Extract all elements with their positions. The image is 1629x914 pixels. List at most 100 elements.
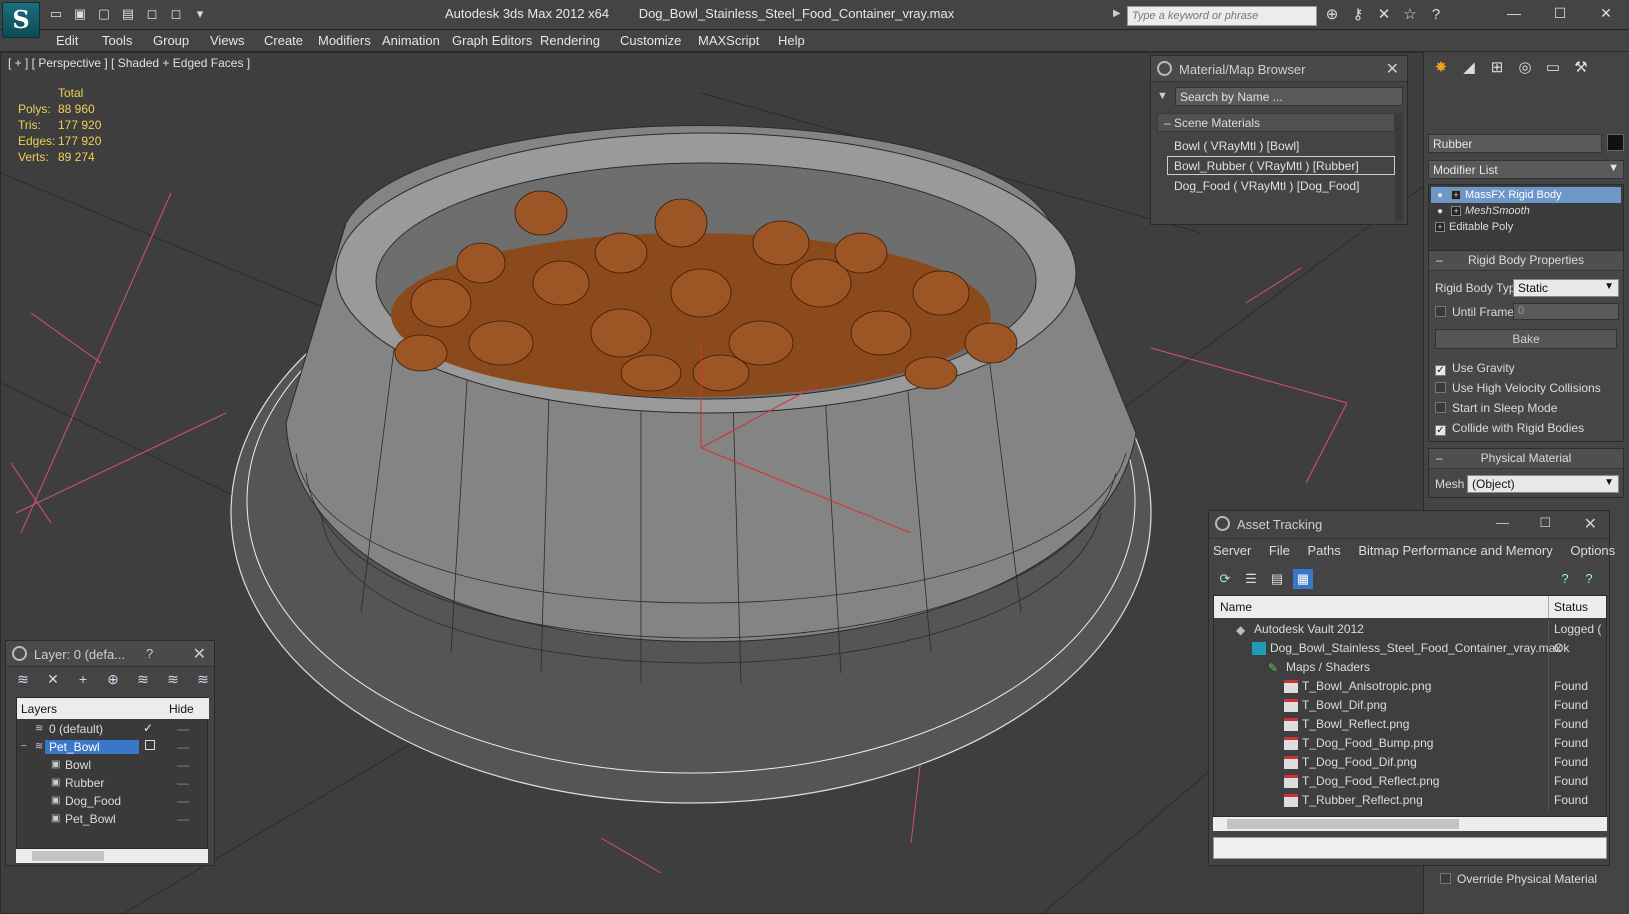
vault-help-icon[interactable]: ? bbox=[1579, 569, 1599, 589]
column-hide[interactable]: Hide bbox=[169, 702, 194, 716]
mesh-select[interactable]: (Object) ▼ bbox=[1467, 475, 1619, 493]
utilities-tab-icon[interactable]: ⚒ bbox=[1570, 58, 1592, 78]
table-row[interactable]: ◆ Autodesk Vault 2012 Logged ( bbox=[1214, 620, 1606, 639]
help-icon[interactable]: ? bbox=[1426, 6, 1446, 24]
binoculars-icon[interactable]: ⊕ bbox=[1322, 6, 1342, 24]
freeze-all-icon[interactable]: ≋ bbox=[194, 671, 212, 688]
stack-item-editable-poly[interactable]: + Editable Poly bbox=[1431, 219, 1621, 235]
create-tab-icon[interactable]: ✸ bbox=[1430, 58, 1452, 78]
rollout-header[interactable]: – Physical Material bbox=[1429, 449, 1623, 469]
scrollbar-thumb[interactable] bbox=[1227, 819, 1459, 829]
menu-edit[interactable]: Edit bbox=[56, 33, 78, 48]
delete-layer-icon[interactable]: ✕ bbox=[44, 671, 62, 688]
search-input[interactable]: Type a keyword or phrase bbox=[1127, 6, 1317, 26]
new-scene-icon[interactable]: ▢ bbox=[94, 5, 114, 23]
key-icon[interactable]: ⚷ bbox=[1348, 6, 1368, 24]
material-item-bowl[interactable]: Bowl ( VRayMtl ) [Bowl] bbox=[1167, 136, 1395, 155]
rollout-header[interactable]: – Rigid Body Properties bbox=[1429, 251, 1623, 271]
menu-create[interactable]: Create bbox=[264, 33, 303, 48]
refresh-icon[interactable]: ⟳ bbox=[1215, 569, 1235, 589]
app-logo-icon[interactable]: S bbox=[2, 2, 40, 38]
asset-table-scrollbar[interactable] bbox=[1213, 817, 1607, 831]
motion-tab-icon[interactable]: ◎ bbox=[1514, 58, 1536, 78]
layer-object-dog-food[interactable]: ▣ Dog_Food — bbox=[17, 792, 209, 810]
rigid-body-type-select[interactable]: Static ▼ bbox=[1513, 279, 1619, 297]
menu-customize[interactable]: Customize bbox=[620, 33, 681, 48]
use-gravity-option[interactable]: ✓ Use Gravity bbox=[1435, 361, 1515, 376]
layer-row-pet-bowl[interactable]: − ≋ Pet_Bowl — bbox=[17, 738, 209, 756]
material-item-bowl-rubber[interactable]: Bowl_Rubber ( VRayMtl ) [Rubber] bbox=[1167, 156, 1395, 175]
table-row[interactable]: T_Dog_Food_Reflect.png Found bbox=[1214, 772, 1606, 791]
open-file-icon[interactable]: ▭ bbox=[46, 5, 66, 23]
layer-object-pet-bowl[interactable]: ▣ Pet_Bowl — bbox=[17, 810, 209, 828]
menu-animation[interactable]: Animation bbox=[382, 33, 440, 48]
layer-list-scrollbar[interactable] bbox=[16, 849, 208, 863]
modifier-list-dropdown[interactable]: Modifier List ▼ bbox=[1428, 160, 1624, 179]
table-view-icon[interactable]: ▤ bbox=[1267, 569, 1287, 589]
modify-tab-icon[interactable]: ◢ bbox=[1458, 58, 1480, 78]
hold-icon[interactable]: ▤ bbox=[118, 5, 138, 23]
stack-item-massfx[interactable]: ● + MassFX Rigid Body bbox=[1431, 187, 1621, 203]
redo-icon[interactable]: ◻ bbox=[166, 5, 186, 23]
menu-server[interactable]: Server bbox=[1213, 543, 1251, 558]
material-list-scrollbar[interactable] bbox=[1395, 113, 1403, 221]
search-options-icon[interactable]: ▼ bbox=[1157, 90, 1168, 102]
high-velocity-option[interactable]: Use High Velocity Collisions bbox=[1435, 381, 1601, 395]
hide-all-icon[interactable]: ≋ bbox=[164, 671, 182, 688]
asset-status-field[interactable] bbox=[1213, 837, 1607, 859]
minimize-button[interactable]: — bbox=[1491, 0, 1537, 28]
undo-icon[interactable]: ◻ bbox=[142, 5, 162, 23]
table-row[interactable]: T_Dog_Food_Dif.png Found bbox=[1214, 753, 1606, 772]
create-layer-icon[interactable]: ≋ bbox=[14, 671, 32, 688]
select-objects-icon[interactable]: ⊕ bbox=[104, 671, 122, 688]
table-row[interactable]: T_Bowl_Dif.png Found bbox=[1214, 696, 1606, 715]
column-name[interactable]: Name bbox=[1220, 600, 1252, 614]
material-item-dog-food[interactable]: Dog_Food ( VRayMtl ) [Dog_Food] bbox=[1167, 176, 1395, 195]
layer-object-bowl[interactable]: ▣ Bowl — bbox=[17, 756, 209, 774]
menu-tools[interactable]: Tools bbox=[102, 33, 132, 48]
layer-row-default[interactable]: ≋ 0 (default) ✓ — bbox=[17, 720, 209, 738]
maximize-button[interactable]: ☐ bbox=[1537, 0, 1583, 28]
highlight-layer-icon[interactable]: ≋ bbox=[134, 671, 152, 688]
close-icon[interactable]: ✕ bbox=[1386, 59, 1399, 79]
column-status[interactable]: Status bbox=[1554, 600, 1588, 614]
table-row[interactable]: T_Bowl_Reflect.png Found bbox=[1214, 715, 1606, 734]
until-frame-spinner[interactable]: 0 bbox=[1513, 303, 1619, 320]
close-button[interactable]: ✕ bbox=[1583, 0, 1629, 28]
table-row[interactable]: T_Rubber_Reflect.png Found bbox=[1214, 791, 1606, 810]
layer-manager-titlebar[interactable]: Layer: 0 (defa... ? ✕ bbox=[6, 641, 214, 667]
collide-rigid-bodies-option[interactable]: ✓ Collide with Rigid Bodies bbox=[1435, 421, 1584, 436]
table-row[interactable]: T_Bowl_Anisotropic.png Found bbox=[1214, 677, 1606, 696]
menu-file[interactable]: File bbox=[1269, 543, 1290, 558]
bake-button[interactable]: Bake bbox=[1435, 329, 1617, 349]
menu-paths[interactable]: Paths bbox=[1308, 543, 1341, 558]
display-tab-icon[interactable]: ▭ bbox=[1542, 58, 1564, 78]
menu-maxscript[interactable]: MAXScript bbox=[698, 33, 759, 48]
search-expand-icon[interactable]: ▶ bbox=[1113, 8, 1125, 24]
save-icon[interactable]: ▣ bbox=[70, 5, 90, 23]
star-icon[interactable]: ☆ bbox=[1400, 6, 1420, 24]
menu-group[interactable]: Group bbox=[153, 33, 189, 48]
minimize-icon[interactable]: — bbox=[1496, 515, 1509, 530]
until-frame-row[interactable]: Until Frame bbox=[1435, 305, 1514, 319]
layer-object-rubber[interactable]: ▣ Rubber — bbox=[17, 774, 209, 792]
list-view-icon[interactable]: ☰ bbox=[1241, 569, 1261, 589]
scene-materials-group[interactable]: – Scene Materials bbox=[1157, 113, 1395, 132]
table-row[interactable]: Dog_Bowl_Stainless_Steel_Food_Container_… bbox=[1214, 639, 1606, 658]
add-selection-icon[interactable]: + bbox=[74, 671, 92, 688]
close-icon[interactable]: ✕ bbox=[193, 644, 206, 664]
grid-view-icon[interactable]: ▦ bbox=[1293, 569, 1313, 589]
close-icon[interactable]: ✕ bbox=[1584, 514, 1597, 534]
hierarchy-tab-icon[interactable]: ⊞ bbox=[1486, 58, 1508, 78]
tools-icon[interactable]: ✕ bbox=[1374, 6, 1394, 24]
stack-item-meshsmooth[interactable]: ● + MeshSmooth bbox=[1431, 203, 1621, 219]
help-button[interactable]: ? bbox=[146, 646, 153, 661]
column-layers[interactable]: Layers bbox=[21, 702, 57, 716]
table-row[interactable]: ✎ Maps / Shaders bbox=[1214, 658, 1606, 677]
maximize-icon[interactable]: ☐ bbox=[1539, 515, 1551, 531]
scrollbar-thumb[interactable] bbox=[32, 851, 104, 861]
object-name-field[interactable]: Rubber bbox=[1428, 134, 1602, 153]
menu-graph-editors[interactable]: Graph Editors bbox=[452, 33, 532, 48]
menu-modifiers[interactable]: Modifiers bbox=[318, 33, 371, 48]
override-physical-material-option[interactable]: Override Physical Material bbox=[1440, 872, 1597, 886]
